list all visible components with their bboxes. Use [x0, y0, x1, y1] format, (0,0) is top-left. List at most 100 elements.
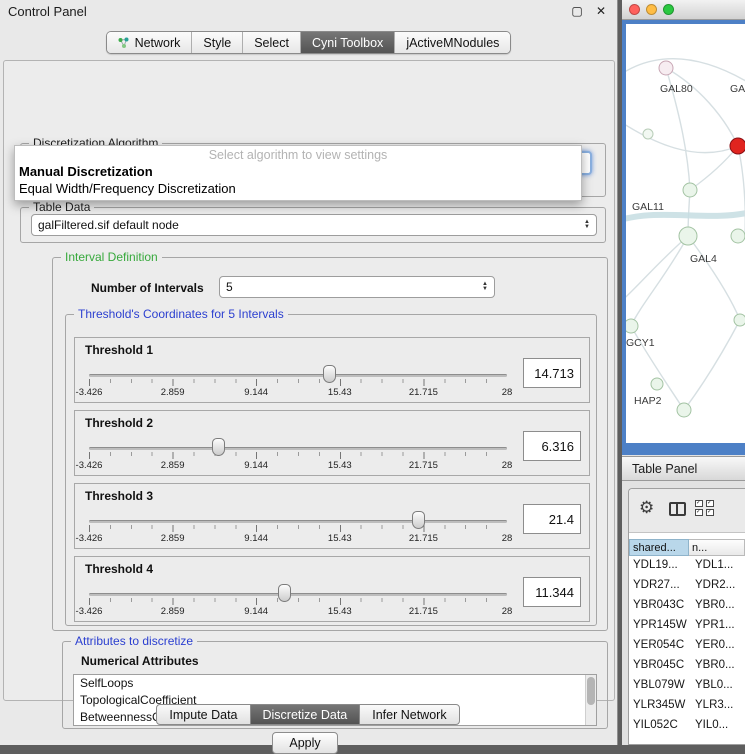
table-cell: YDR2...: [691, 576, 745, 596]
tab-discretize-data[interactable]: Discretize Data: [250, 704, 361, 725]
tab-select[interactable]: Select: [242, 32, 300, 53]
scale-label: 2.859: [161, 533, 185, 544]
scale-label: 9.144: [244, 460, 268, 471]
number-of-intervals-combobox[interactable]: 5 ▲ ▼: [219, 276, 495, 298]
table-cell: YBR045C: [629, 656, 691, 676]
scale-label: 28: [502, 606, 513, 617]
table-cell: YBL0...: [691, 676, 745, 696]
tab-impute-data[interactable]: Impute Data: [156, 704, 250, 725]
slider-scale-labels: -3.4262.8599.14415.4321.71528: [89, 606, 507, 618]
table-row[interactable]: YDR27...YDR2...: [629, 576, 745, 596]
network-node[interactable]: [683, 183, 697, 197]
network-node[interactable]: [731, 229, 745, 243]
network-node[interactable]: [651, 378, 663, 390]
slider-thumb[interactable]: [412, 511, 425, 529]
column-header-shared[interactable]: shared...: [629, 539, 689, 556]
network-node[interactable]: [677, 403, 691, 417]
threshold-slider[interactable]: -3.4262.8599.14415.4321.71528: [89, 362, 507, 402]
table-row[interactable]: YBR045CYBR0...: [629, 656, 745, 676]
threshold-value-input[interactable]: 21.4: [523, 504, 581, 534]
scale-label: 15.43: [328, 606, 352, 617]
column-header-name[interactable]: n...: [689, 539, 745, 556]
gear-icon[interactable]: ⚙: [639, 498, 654, 518]
scale-label: -3.426: [76, 387, 103, 398]
column-checkboxes-icon[interactable]: [695, 500, 715, 516]
tab-jactivemnodules[interactable]: jActiveMNodules: [394, 32, 510, 53]
scrollbar-thumb[interactable]: [587, 677, 595, 705]
group-title: Attributes to discretize: [71, 634, 197, 648]
threshold-value-input[interactable]: 6.316: [523, 431, 581, 461]
apply-button[interactable]: Apply: [272, 732, 338, 754]
slider-thumb[interactable]: [278, 584, 291, 602]
columns-icon[interactable]: [669, 502, 686, 516]
control-panel-titlebar: Control Panel ▢ ✕: [0, 0, 617, 22]
table-data-group: Table Data galFiltered.sif default node …: [20, 207, 606, 243]
threshold-slider[interactable]: -3.4262.8599.14415.4321.71528: [89, 435, 507, 475]
slider-track: [89, 520, 507, 523]
network-node[interactable]: [659, 61, 673, 75]
tab-label: Select: [254, 36, 289, 50]
thresholds-group: Threshold's Coordinates for 5 Intervals …: [65, 314, 597, 626]
minimize-traffic-light[interactable]: [646, 4, 657, 15]
table-window: ⚙ shared... n... YDL19...YDL1...YDR27...…: [628, 488, 745, 745]
threshold-slider[interactable]: -3.4262.8599.14415.4321.71528: [89, 508, 507, 548]
popup-item-equal-width-frequency[interactable]: Equal Width/Frequency Discretization: [15, 180, 581, 197]
table-row[interactable]: YIL052CYIL0...: [629, 716, 745, 736]
tab-label: Cyni Toolbox: [312, 36, 383, 50]
network-window-titlebar: [622, 0, 745, 20]
tab-label: jActiveMNodules: [406, 36, 499, 50]
top-tab-bar: Network Style Select Cyni Toolbox jActiv…: [0, 31, 617, 54]
tab-infer-network[interactable]: Infer Network: [359, 704, 459, 725]
table-data-combobox[interactable]: galFiltered.sif default node ▲ ▼: [31, 214, 597, 236]
popup-item-manual-discretization[interactable]: Manual Discretization: [15, 163, 581, 180]
slider-thumb[interactable]: [323, 365, 336, 383]
table-cell: YBL079W: [629, 676, 691, 696]
threshold-slider[interactable]: -3.4262.8599.14415.4321.71528: [89, 581, 507, 621]
scale-label: 2.859: [161, 606, 185, 617]
float-window-icon[interactable]: ▢: [569, 4, 585, 18]
scale-label: -3.426: [76, 533, 103, 544]
scale-label: 9.144: [244, 387, 268, 398]
table-row[interactable]: YBR043CYBR0...: [629, 596, 745, 616]
network-node-label: GCY1: [626, 337, 655, 349]
close-traffic-light[interactable]: [629, 4, 640, 15]
table-cell: YBR043C: [629, 596, 691, 616]
stepper-icon: ▲ ▼: [476, 282, 488, 292]
network-node[interactable]: [679, 227, 697, 245]
network-node[interactable]: [643, 129, 653, 139]
table-row[interactable]: YLR345WYLR3...: [629, 696, 745, 716]
close-icon[interactable]: ✕: [593, 4, 609, 18]
number-of-intervals-label: Number of Intervals: [91, 281, 204, 295]
table-row[interactable]: YER054CYER0...: [629, 636, 745, 656]
table-row[interactable]: YDL19...YDL1...: [629, 556, 745, 576]
scale-label: 28: [502, 387, 513, 398]
threshold-value-input[interactable]: 14.713: [523, 358, 581, 388]
scale-label: 28: [502, 533, 513, 544]
table-panel: ⚙ shared... n... YDL19...YDL1...YDR27...…: [622, 482, 745, 745]
slider-thumb[interactable]: [212, 438, 225, 456]
table-row[interactable]: YBL079WYBL0...: [629, 676, 745, 696]
network-window: GAL80GAGAL11GAL4GCY1HAP2: [622, 0, 745, 455]
threshold-label: Threshold 2: [85, 416, 153, 430]
table-cell: YDR27...: [629, 576, 691, 596]
threshold-value-input[interactable]: 11.344: [523, 577, 581, 607]
network-node[interactable]: [734, 314, 745, 326]
network-node[interactable]: [730, 138, 745, 154]
slider-major-ticks: [89, 452, 507, 459]
zoom-traffic-light[interactable]: [663, 4, 674, 15]
table-header-row: shared... n...: [629, 539, 745, 556]
group-title: Table Data: [29, 200, 94, 214]
slider-scale-labels: -3.4262.8599.14415.4321.71528: [89, 533, 507, 545]
slider-track: [89, 374, 507, 377]
tab-style[interactable]: Style: [191, 32, 242, 53]
tab-cyni-toolbox[interactable]: Cyni Toolbox: [300, 32, 394, 53]
network-node[interactable]: [626, 319, 638, 333]
tab-network[interactable]: Network: [107, 32, 192, 53]
table-cell: YPR1...: [691, 616, 745, 636]
tab-group: Network Style Select Cyni Toolbox jActiv…: [106, 31, 512, 54]
network-canvas[interactable]: GAL80GAGAL11GAL4GCY1HAP2: [626, 24, 745, 443]
table-row[interactable]: YPR145WYPR1...: [629, 616, 745, 636]
popup-placeholder: Select algorithm to view settings: [15, 146, 581, 163]
scale-label: 28: [502, 460, 513, 471]
attribute-item[interactable]: SelfLoops: [74, 675, 596, 692]
